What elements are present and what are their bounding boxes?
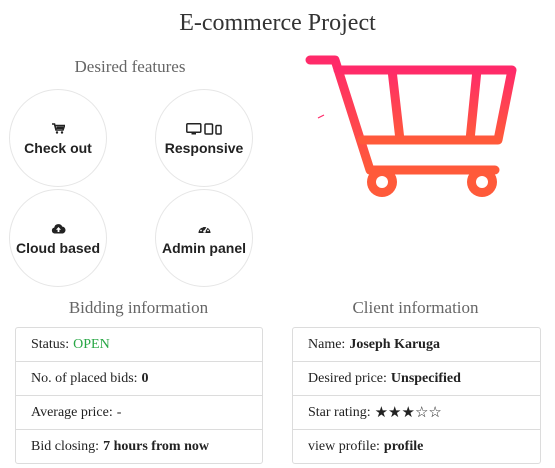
feature-label: Admin panel	[161, 239, 246, 256]
view-profile-row: view profile: profile	[293, 430, 540, 463]
bids-label: No. of placed bids:	[31, 370, 138, 386]
feature-label: Check out	[24, 139, 92, 156]
average-price-row: Average price: -	[16, 396, 262, 430]
cloud-upload-icon	[51, 221, 66, 237]
dashboard-icon	[198, 221, 211, 237]
bid-closing-row: Bid closing: 7 hours from now	[16, 430, 262, 463]
client-name-label: Name:	[308, 336, 346, 352]
feature-label: Responsive	[164, 139, 244, 156]
client-panel: Name: Joseph Karuga Desired price: Unspe…	[292, 327, 541, 464]
feature-admin-panel[interactable]: Admin panel	[155, 189, 253, 287]
star-rating-label: Star rating:	[308, 404, 371, 420]
client-name-value: Joseph Karuga	[349, 336, 440, 352]
status-label: Status:	[31, 336, 70, 352]
star-rating: ★★★☆☆	[374, 405, 442, 421]
shopping-cart-icon	[300, 40, 530, 210]
view-profile-label: view profile:	[308, 438, 380, 454]
desired-price-label: Desired price:	[308, 370, 387, 386]
view-profile-link[interactable]: profile	[384, 439, 423, 455]
bids-value: 0	[141, 370, 149, 386]
bid-closing-label: Bid closing:	[31, 438, 100, 454]
feature-responsive[interactable]: Responsive	[155, 89, 253, 187]
feature-cloud-based[interactable]: Cloud based	[9, 189, 107, 287]
desired-price-value: Unspecified	[390, 370, 461, 386]
bids-row: No. of placed bids: 0	[16, 362, 262, 396]
client-name-row: Name: Joseph Karuga	[293, 328, 540, 362]
cart-icon	[51, 121, 65, 137]
average-price-label: Average price:	[31, 404, 113, 420]
devices-icon	[186, 121, 222, 137]
average-price-value: -	[116, 404, 122, 420]
client-heading: Client information	[352, 298, 479, 317]
feature-label: Cloud based	[15, 239, 100, 256]
bid-closing-value: 7 hours from now	[103, 438, 209, 454]
status-badge: OPEN	[73, 336, 110, 352]
bidding-panel: Status: OPEN No. of placed bids: 0 Avera…	[15, 327, 263, 464]
bidding-heading: Bidding information	[68, 298, 209, 317]
features-heading: Desired features	[74, 57, 186, 76]
status-row: Status: OPEN	[16, 328, 262, 362]
desired-price-row: Desired price: Unspecified	[293, 362, 540, 396]
feature-check-out[interactable]: Check out	[9, 89, 107, 187]
star-rating-row: Star rating: ★★★☆☆	[293, 396, 540, 430]
page-title: E-commerce Project	[179, 10, 376, 36]
